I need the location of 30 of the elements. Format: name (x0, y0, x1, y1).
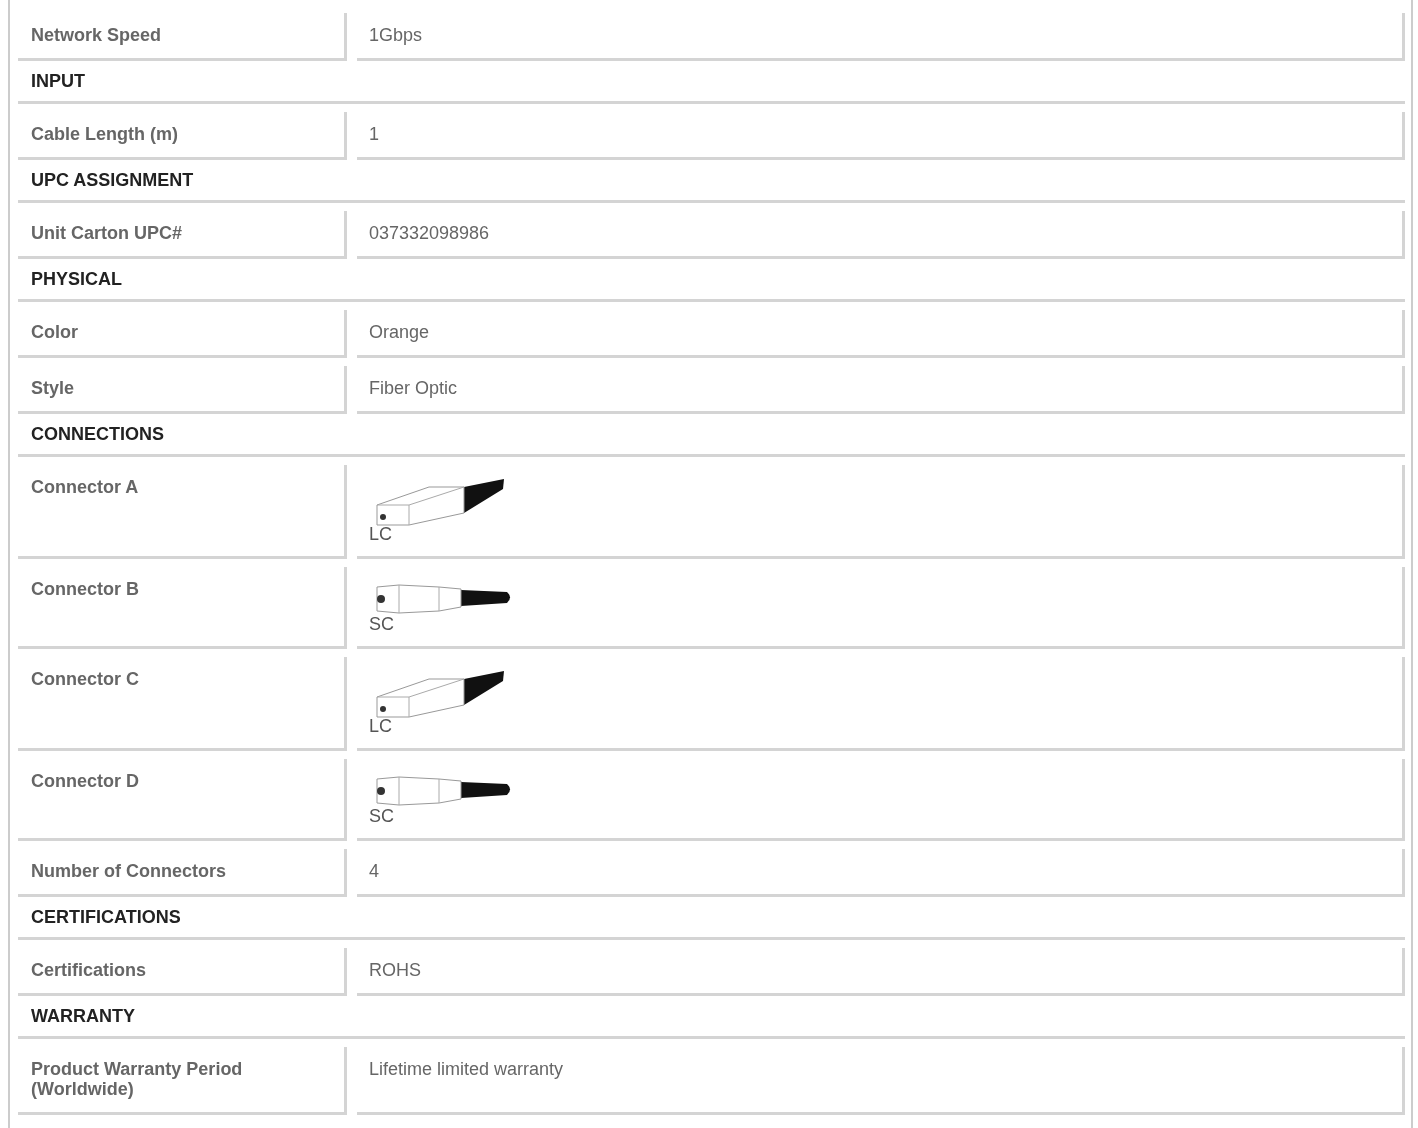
connector-type-label: SC (369, 615, 394, 633)
spec-label: Style (18, 366, 347, 414)
spec-value: ROHS (357, 948, 1405, 996)
spec-label: Color (18, 310, 347, 358)
connector-type-label: LC (369, 717, 392, 735)
spec-label: Connector C (18, 657, 347, 751)
section-heading: WARRANTY (18, 996, 1405, 1039)
section-heading: PHYSICAL (18, 259, 1405, 302)
section-heading: INPUT (18, 61, 1405, 104)
spec-label: Number of Connectors (18, 849, 347, 897)
spec-value: Orange (357, 310, 1405, 358)
spec-label: Connector A (18, 465, 347, 559)
section-heading: CONNECTIONS (18, 414, 1405, 457)
spec-label: Cable Length (m) (18, 112, 347, 160)
spec-label: Product Warranty Period (Worldwide) (18, 1047, 347, 1115)
spec-label: Certifications (18, 948, 347, 996)
spec-label: Network Speed (18, 13, 347, 61)
connector-type-label: LC (369, 525, 392, 543)
spec-label: Connector B (18, 567, 347, 649)
spec-value: Fiber Optic (357, 366, 1405, 414)
spec-value: 1Gbps (357, 13, 1405, 61)
spec-value: Lifetime limited warranty (357, 1047, 1405, 1115)
spec-label: Connector D (18, 759, 347, 841)
section-heading: CERTIFICATIONS (18, 897, 1405, 940)
spec-label: Unit Carton UPC# (18, 211, 347, 259)
connector-type-label: SC (369, 807, 394, 825)
spec-value: 1 (357, 112, 1405, 160)
spec-value: 037332098986 (357, 211, 1405, 259)
section-heading: UPC ASSIGNMENT (18, 160, 1405, 203)
spec-value: 4 (357, 849, 1405, 897)
